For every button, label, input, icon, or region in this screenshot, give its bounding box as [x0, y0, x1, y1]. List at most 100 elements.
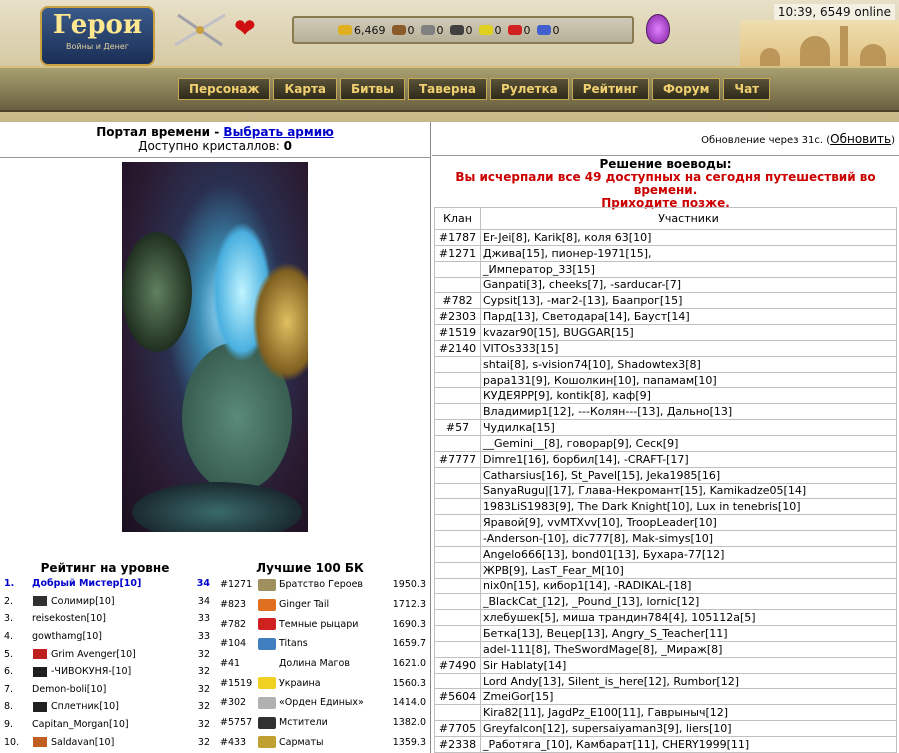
clan-cell[interactable]: [434, 672, 481, 690]
members-cell[interactable]: Greyfalcon[12], supersaiyaman3[9], liers…: [480, 720, 897, 737]
nav-button-7[interactable]: Форум: [652, 78, 721, 100]
clan-cell[interactable]: [434, 625, 481, 642]
nav-button-6[interactable]: Рейтинг: [571, 78, 650, 100]
members-cell[interactable]: ZmeiGor[15]: [480, 688, 897, 706]
health-heart-icon[interactable]: ❤: [234, 14, 256, 44]
rating-player[interactable]: Сплетник[10]: [32, 701, 188, 712]
members-cell[interactable]: Джива[15], пионер-1971[15],: [480, 244, 897, 262]
clan-cell[interactable]: [434, 355, 481, 373]
members-cell[interactable]: adel-111[8], TheSwordMage[8], _Мираж[8]: [480, 640, 897, 658]
clan-cell[interactable]: [434, 530, 481, 547]
clan-cell[interactable]: #2338: [434, 736, 481, 753]
members-cell[interactable]: kvazar90[15], BUGGAR[15]: [480, 324, 897, 341]
clan-cell[interactable]: [434, 387, 481, 405]
members-cell[interactable]: Чудилка[15]: [480, 419, 897, 436]
rating-player[interactable]: Добрый Мистер[10]: [32, 578, 188, 589]
clan-cell[interactable]: [434, 577, 481, 595]
members-cell[interactable]: Яравой[9], vvMTXvv[10], TroopLeader[10]: [480, 514, 897, 532]
members-cell[interactable]: Sir Hablaty[14]: [480, 656, 897, 674]
members-cell[interactable]: Владимир1[12], ---Колян---[13], Дально[1…: [480, 403, 897, 421]
mana-potion-icon[interactable]: [646, 14, 670, 44]
clan-cell[interactable]: #782: [434, 292, 481, 310]
members-cell[interactable]: SanyaRugu|[17], Глава-Некромант[15], Kam…: [480, 482, 897, 500]
members-cell[interactable]: Dimre1[16], борбил[14], -CRAFT-[17]: [480, 450, 897, 468]
clan-cell[interactable]: [434, 640, 481, 658]
clan-cell[interactable]: [434, 371, 481, 389]
members-cell[interactable]: VITOs333[15]: [480, 339, 897, 357]
best-clan-row[interactable]: #782 Темные рыцари 1690.3: [220, 614, 426, 634]
rating-player[interactable]: reisekosten[10]: [32, 613, 188, 624]
clan-cell[interactable]: [434, 403, 481, 421]
clan-cell[interactable]: [434, 704, 481, 722]
members-cell[interactable]: _Император_33[15]: [480, 260, 897, 278]
members-cell[interactable]: Angelo666[13], bond01[13], Бухара-77[12]: [480, 545, 897, 563]
clan-cell[interactable]: #2140: [434, 339, 481, 357]
members-cell[interactable]: _BlackCat_[12], _Pound_[13], lornic[12]: [480, 593, 897, 611]
members-cell[interactable]: -Anderson-[10], dic777[8], Mak-simys[10]: [480, 530, 897, 547]
rating-player[interactable]: -ЧИВОКУНЯ-[10]: [32, 666, 188, 677]
nav-button-5[interactable]: Рулетка: [490, 78, 569, 100]
clan-cell[interactable]: [434, 561, 481, 579]
rating-player[interactable]: Grim Avenger[10]: [32, 649, 188, 660]
clan-cell[interactable]: #2303: [434, 308, 481, 326]
best-clan-row[interactable]: #433 Сарматы 1359.3: [220, 733, 426, 753]
members-cell[interactable]: ЖРВ[9], LasT_Fear_M[10]: [480, 561, 897, 579]
clan-cell[interactable]: #5604: [434, 688, 481, 706]
clan-cell[interactable]: [434, 276, 481, 294]
rating-player[interactable]: Capitan_Morgan[10]: [32, 719, 188, 730]
members-cell[interactable]: Er-Jei[8], Karik[8], коля 63[10]: [480, 229, 897, 246]
clan-cell[interactable]: [434, 434, 481, 452]
members-cell[interactable]: Cypsit[13], -маг2-[13], Баапрог[15]: [480, 292, 897, 310]
members-cell[interactable]: shtai[8], s-vision74[10], Shadowtex3[8]: [480, 355, 897, 373]
nav-button-2[interactable]: Карта: [273, 78, 338, 100]
clan-cell[interactable]: [434, 498, 481, 516]
nav-button-1[interactable]: Персонаж: [178, 78, 271, 100]
members-cell[interactable]: _Работяга_[10], Камбарат[11], CHERY1999[…: [480, 736, 897, 753]
clan-cell[interactable]: #7705: [434, 720, 481, 737]
clan-cell[interactable]: #7777: [434, 450, 481, 468]
best-clan-row[interactable]: #5757 Мстители 1382.0: [220, 713, 426, 733]
rating-player[interactable]: Saldavan[10]: [32, 737, 188, 748]
clan-cell[interactable]: [434, 609, 481, 627]
members-cell[interactable]: Catharsius[16], St_Pavel[15], Jeka1985[1…: [480, 466, 897, 484]
clan-cell[interactable]: #57: [434, 419, 481, 436]
rating-player[interactable]: Солимир[10]: [32, 596, 188, 607]
members-cell[interactable]: nix0n[15], кибор1[14], -RADIKAL-[18]: [480, 577, 897, 595]
clan-cell[interactable]: #1519: [434, 324, 481, 341]
best-clan-row[interactable]: #1271 Братство Героев 1950.3: [220, 575, 426, 595]
best-clan-row[interactable]: #104 Titans 1659.7: [220, 634, 426, 654]
clan-cell[interactable]: [434, 514, 481, 532]
best-clan-row[interactable]: #823 Ginger Tail 1712.3: [220, 595, 426, 615]
clan-column-header: Клан: [434, 207, 481, 230]
members-cell[interactable]: __Gemini__[8], говорар[9], Сеск[9]: [480, 434, 897, 452]
members-cell[interactable]: Ganpati[3], cheeks[7], -sarducar-[7]: [480, 276, 897, 294]
best-clan-row[interactable]: #302 «Орден Единых» 1414.0: [220, 693, 426, 713]
clan-cell[interactable]: [434, 593, 481, 611]
clan-cell[interactable]: [434, 545, 481, 563]
members-cell[interactable]: Kira82[11], JagdPz_E100[11], Гаврыныч[12…: [480, 704, 897, 722]
clan-cell[interactable]: [434, 466, 481, 484]
nav-button-3[interactable]: Битвы: [340, 78, 405, 100]
rating-player[interactable]: Demon-boli[10]: [32, 684, 188, 695]
clan-cell[interactable]: [434, 260, 481, 278]
nav-button-4[interactable]: Таверна: [408, 78, 487, 100]
clan-cell[interactable]: #1787: [434, 229, 481, 246]
clan-cell[interactable]: #1271: [434, 244, 481, 262]
game-header: Герои Войны и Денег ❤ 6,469 0 0 0 0 0 0 10:39,…: [0, 0, 899, 122]
members-cell[interactable]: хлебушек[5], миша трандин784[4], 105112a…: [480, 609, 897, 627]
members-cell[interactable]: Lord Andy[13], Silent_is_here[12], Rumbo…: [480, 672, 897, 690]
members-cell[interactable]: Бетка[13], Вецер[13], Angry_S_Teacher[11…: [480, 625, 897, 642]
clan-cell[interactable]: [434, 482, 481, 500]
best-clan-row[interactable]: #1519 Украина 1560.3: [220, 673, 426, 693]
choose-army-link[interactable]: Выбрать армию: [223, 125, 333, 139]
members-cell[interactable]: papa131[9], Кошолкин[10], папамам[10]: [480, 371, 897, 389]
game-logo[interactable]: Герои Войны и Денег: [40, 6, 155, 66]
members-cell[interactable]: 1983LiS1983[9], The Dark Knight[10], Lux…: [480, 498, 897, 516]
best-clan-row[interactable]: #41 Долина Магов 1621.0: [220, 654, 426, 674]
clan-cell[interactable]: #7490: [434, 656, 481, 674]
refresh-link[interactable]: Обновить: [830, 132, 891, 146]
members-cell[interactable]: Пард[13], Светодара[14], Бауст[14]: [480, 308, 897, 326]
nav-button-8[interactable]: Чат: [723, 78, 771, 100]
rating-player[interactable]: gowthamg[10]: [32, 631, 188, 642]
members-cell[interactable]: КУДЕЯРР[9], kontik[8], каф[9]: [480, 387, 897, 405]
